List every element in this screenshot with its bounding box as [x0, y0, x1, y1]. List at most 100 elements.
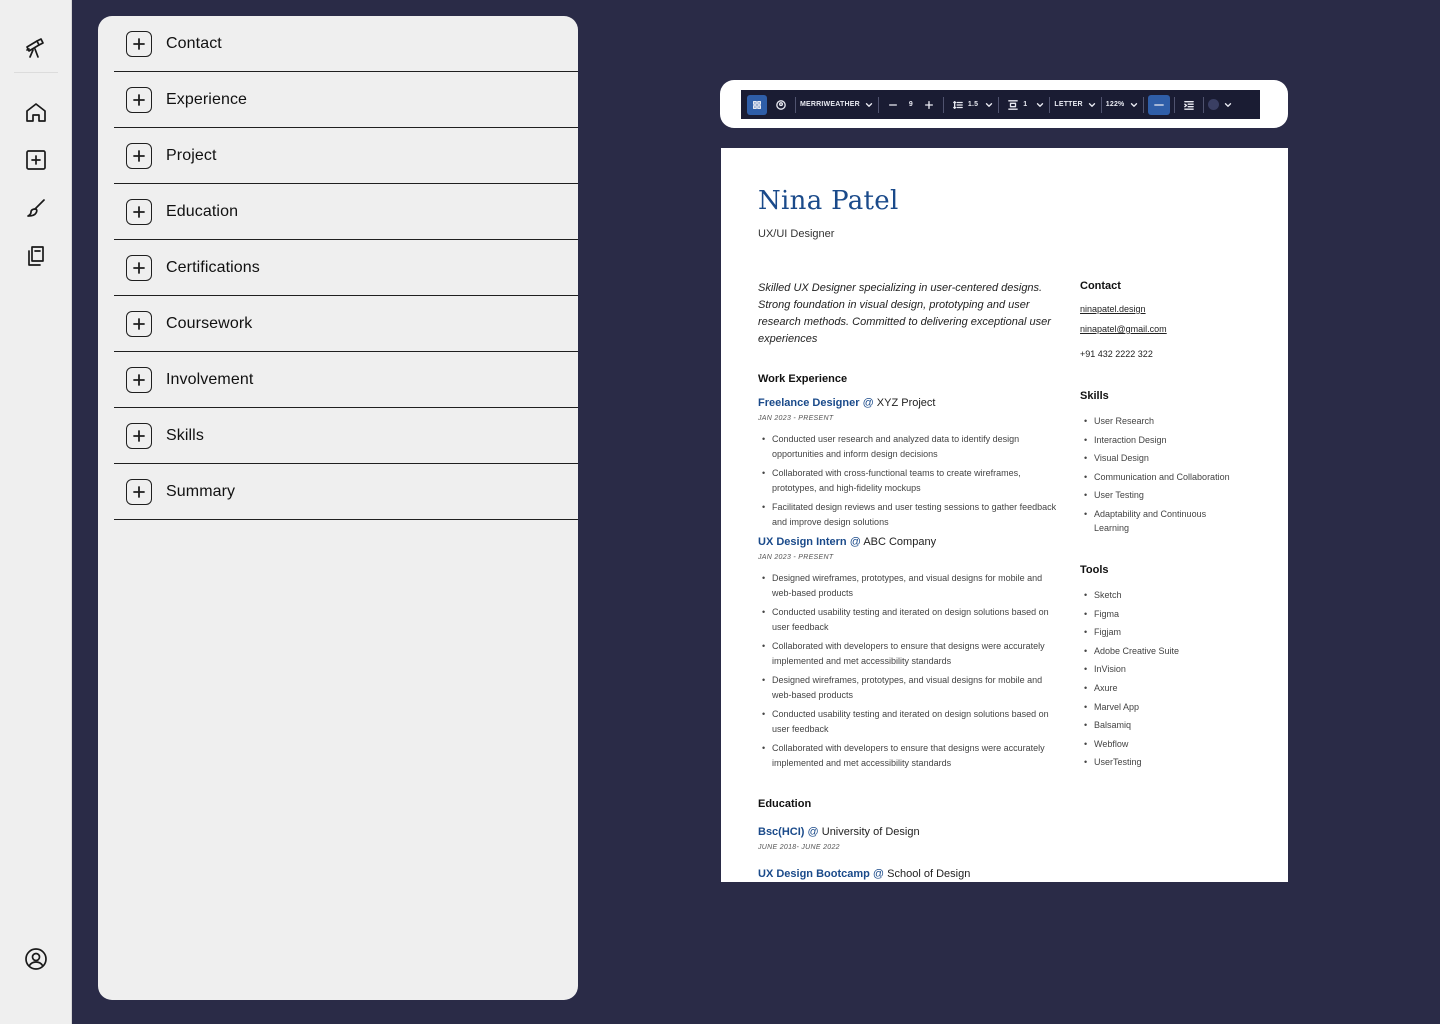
indent-icon[interactable]: [1179, 95, 1199, 115]
job-title-line[interactable]: UX Design Intern @ ABC Company: [758, 536, 936, 548]
contact-column: Contact ninapatel.design ninapatel@gmail…: [1080, 280, 1260, 362]
margin-select[interactable]: 1: [1023, 95, 1045, 115]
tools-heading: Tools: [1080, 564, 1109, 576]
skill-item[interactable]: Interaction Design: [1080, 433, 1260, 447]
bullet-item[interactable]: Conducted user research and analyzed dat…: [758, 432, 1058, 461]
skill-item[interactable]: User Research: [1080, 414, 1260, 428]
tool-item[interactable]: Figma: [1080, 607, 1260, 621]
plus-icon: [126, 198, 152, 225]
section-contact[interactable]: Contact: [114, 16, 578, 72]
tool-item[interactable]: Webflow: [1080, 737, 1260, 751]
home-icon[interactable]: [22, 98, 50, 126]
resume-role[interactable]: UX/UI Designer: [758, 228, 834, 240]
bullet-item[interactable]: Designed wireframes, prototypes, and vis…: [758, 571, 1058, 600]
toolbar-divider: [1173, 96, 1175, 113]
line-spacing-value: 1.5: [967, 101, 979, 108]
bullet-item[interactable]: Collaborated with developers to ensure t…: [758, 639, 1058, 668]
job-bullets: Conducted user research and analyzed dat…: [758, 432, 1058, 534]
email-link[interactable]: ninapatel@gmail.com: [1080, 324, 1260, 334]
page-size-value: LETTER: [1054, 101, 1083, 108]
skills-list: User Research Interaction Design Visual …: [1080, 414, 1260, 535]
bullet-item[interactable]: Collaborated with developers to ensure t…: [758, 741, 1058, 770]
section-summary[interactable]: Summary: [114, 464, 578, 520]
bullet-item[interactable]: Designed wireframes, prototypes, and vis…: [758, 673, 1058, 702]
degree-title: UX Design Bootcamp: [758, 868, 870, 880]
add-new-icon[interactable]: [22, 146, 50, 174]
skill-item[interactable]: Communication and Collaboration: [1080, 470, 1260, 484]
tool-item[interactable]: Axure: [1080, 681, 1260, 695]
tools-column: Tools Sketch Figma Figjam Adobe Creative…: [1080, 564, 1260, 774]
section-education[interactable]: Education: [114, 184, 578, 240]
section-label: Contact: [166, 34, 222, 52]
resume-summary[interactable]: Skilled UX Designer specializing in user…: [758, 280, 1058, 348]
at-symbol: @: [862, 397, 874, 409]
documents-icon[interactable]: [22, 242, 50, 270]
line-spacing-select[interactable]: 1.5: [968, 95, 994, 115]
page-size-select[interactable]: LETTER: [1054, 95, 1096, 115]
decrease-size-icon[interactable]: [883, 95, 903, 115]
tool-item[interactable]: UserTesting: [1080, 755, 1260, 769]
section-certifications[interactable]: Certifications: [114, 240, 578, 296]
skill-item[interactable]: User Testing: [1080, 488, 1260, 502]
profile-photo-icon[interactable]: [771, 95, 791, 115]
divider-line-icon[interactable]: [1147, 94, 1170, 115]
resume-name[interactable]: Nina Patel: [758, 186, 899, 216]
increase-size-icon[interactable]: [919, 95, 939, 115]
toolbar-divider: [1142, 96, 1144, 113]
user-profile-icon[interactable]: [22, 945, 50, 973]
education-line[interactable]: UX Design Bootcamp @ School of Design: [758, 868, 970, 880]
resume-preview: Nina Patel UX/UI Designer Skilled UX Des…: [721, 148, 1288, 882]
plus-icon: [126, 30, 152, 57]
section-label: Skills: [166, 426, 204, 444]
margin-icon[interactable]: [1003, 95, 1023, 115]
color-picker[interactable]: [1207, 95, 1233, 115]
tool-item[interactable]: Figjam: [1080, 625, 1260, 639]
bullet-item[interactable]: Conducted usability testing and iterated…: [758, 707, 1058, 736]
template-icon[interactable]: [747, 94, 767, 115]
job-bullets: Designed wireframes, prototypes, and vis…: [758, 571, 1058, 775]
section-skills[interactable]: Skills: [114, 408, 578, 464]
plus-icon: [126, 310, 152, 337]
section-project[interactable]: Project: [114, 128, 578, 184]
font-value: MERRIWEATHER: [800, 101, 860, 108]
format-toolbar: MERRIWEATHER 9 1.5 1 LETTER 122%: [741, 90, 1260, 119]
skill-item[interactable]: Adaptability and Continuous Learning: [1080, 507, 1230, 535]
zoom-select[interactable]: 122%: [1106, 95, 1139, 115]
plus-icon: [126, 366, 152, 393]
section-label: Experience: [166, 90, 248, 108]
telescope-logo-icon[interactable]: [22, 34, 50, 62]
work-experience-heading: Work Experience: [758, 373, 848, 385]
education-line[interactable]: Bsc(HCI) @ University of Design: [758, 826, 920, 838]
tool-item[interactable]: Sketch: [1080, 588, 1260, 602]
section-experience[interactable]: Experience: [114, 72, 578, 128]
tool-item[interactable]: Adobe Creative Suite: [1080, 644, 1260, 658]
section-label: Involvement: [166, 370, 254, 388]
tool-item[interactable]: Balsamiq: [1080, 718, 1260, 732]
plus-icon: [126, 478, 152, 505]
website-link[interactable]: ninapatel.design: [1080, 304, 1260, 314]
toolbar-divider: [942, 96, 944, 113]
sections-panel: Contact Experience Project Education Cer…: [98, 16, 578, 1000]
job-title: Freelance Designer: [758, 397, 860, 409]
nav-rail: [0, 0, 72, 1024]
section-coursework[interactable]: Coursework: [114, 296, 578, 352]
job-title-line[interactable]: Freelance Designer @ XYZ Project: [758, 397, 935, 409]
skill-item[interactable]: Visual Design: [1080, 451, 1260, 465]
brush-icon[interactable]: [22, 194, 50, 222]
toolbar-container: MERRIWEATHER 9 1.5 1 LETTER 122%: [720, 80, 1288, 128]
section-involvement[interactable]: Involvement: [114, 352, 578, 408]
font-size-value: 9: [908, 101, 913, 108]
toolbar-divider: [877, 96, 879, 113]
bullet-item[interactable]: Collaborated with cross-functional teams…: [758, 466, 1058, 495]
plus-icon: [126, 142, 152, 169]
font-select[interactable]: MERRIWEATHER: [800, 95, 874, 115]
phone-number: +91 432 2222 322: [1080, 349, 1153, 359]
job-date: JAN 2023 - PRESENT: [758, 415, 834, 422]
tool-item[interactable]: InVision: [1080, 662, 1260, 676]
bullet-item[interactable]: Facilitated design reviews and user test…: [758, 500, 1058, 529]
section-label: Summary: [166, 482, 236, 500]
bullet-item[interactable]: Conducted usability testing and iterated…: [758, 605, 1058, 634]
line-spacing-icon[interactable]: [948, 95, 968, 115]
job-title: UX Design Intern: [758, 536, 847, 548]
tool-item[interactable]: Marvel App: [1080, 700, 1260, 714]
